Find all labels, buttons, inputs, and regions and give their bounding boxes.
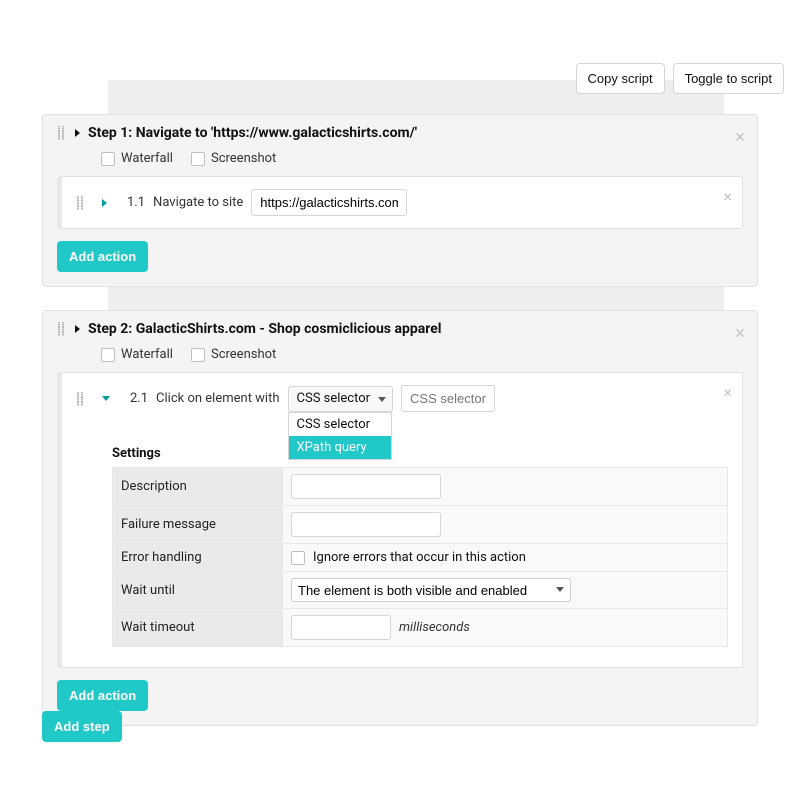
step-header[interactable]: Step 2: GalacticShirts.com - Shop cosmic…: [43, 311, 757, 341]
drag-handle-icon[interactable]: [57, 322, 65, 336]
settings-label-failure: Failure message: [113, 506, 283, 544]
add-action-button[interactable]: Add action: [57, 680, 148, 711]
chevron-right-icon[interactable]: [102, 199, 107, 207]
selector-option-css[interactable]: CSS selector: [289, 413, 391, 436]
settings-label-description: Description: [113, 468, 283, 506]
close-icon[interactable]: ×: [723, 385, 732, 401]
failure-message-input[interactable]: [291, 512, 441, 537]
script-toolbar: Copy script Toggle to script: [576, 63, 784, 94]
action-index: 1.1: [127, 195, 145, 210]
screenshot-checkbox[interactable]: [191, 348, 205, 362]
close-icon[interactable]: ×: [735, 325, 745, 343]
chevron-down-icon[interactable]: [102, 396, 110, 401]
action-card: 1.1 Navigate to site ×: [57, 176, 743, 229]
action-row: 1.1 Navigate to site: [76, 189, 728, 216]
drag-handle-icon[interactable]: [57, 126, 65, 140]
table-row: Failure message: [113, 506, 728, 544]
ignore-errors-label: Ignore errors that occur in this action: [313, 550, 526, 565]
copy-script-button[interactable]: Copy script: [576, 63, 665, 94]
drag-handle-icon[interactable]: [76, 392, 84, 406]
table-row: Wait timeout milliseconds: [113, 609, 728, 647]
table-row: Error handling Ignore errors that occur …: [113, 544, 728, 572]
step-options-row: Waterfall Screenshot: [43, 341, 757, 372]
action-index: 2.1: [130, 391, 148, 406]
chevron-right-icon: [75, 325, 80, 333]
step-title: Step 1: Navigate to 'https://www.galacti…: [88, 125, 417, 141]
close-icon[interactable]: ×: [723, 189, 732, 205]
settings-table: Description Failure message Error handli…: [112, 467, 728, 647]
step-options-row: Waterfall Screenshot: [43, 145, 757, 176]
settings-label-wait-until: Wait until: [113, 572, 283, 609]
drag-handle-icon[interactable]: [76, 196, 84, 210]
action-card: 2.1 Click on element with CSS selector C…: [57, 372, 743, 668]
action-label: Click on element with: [156, 391, 279, 406]
selector-type-value: CSS selector: [297, 391, 371, 406]
step-card-2: Step 2: GalacticShirts.com - Shop cosmic…: [42, 310, 758, 726]
action-settings: Settings Description Failure message Err…: [112, 446, 728, 647]
toggle-to-script-button[interactable]: Toggle to script: [673, 63, 784, 94]
selector-type-select[interactable]: CSS selector CSS selector XPath query: [288, 386, 394, 412]
waterfall-checkbox-wrap[interactable]: Waterfall: [101, 347, 173, 362]
ignore-errors-checkbox[interactable]: [291, 551, 305, 565]
add-action-button[interactable]: Add action: [57, 241, 148, 272]
step-title: Step 2: GalacticShirts.com - Shop cosmic…: [88, 321, 441, 337]
screenshot-label: Screenshot: [211, 347, 276, 362]
selector-type-dropdown[interactable]: CSS selector XPath query: [288, 412, 392, 460]
waterfall-label: Waterfall: [121, 151, 173, 166]
screenshot-checkbox-wrap[interactable]: Screenshot: [191, 347, 276, 362]
screenshot-checkbox-wrap[interactable]: Screenshot: [191, 151, 276, 166]
chevron-right-icon: [75, 129, 80, 137]
navigate-url-input[interactable]: [251, 189, 407, 216]
screenshot-checkbox[interactable]: [191, 152, 205, 166]
add-step-button[interactable]: Add step: [42, 711, 122, 742]
wait-until-select-wrap[interactable]: The element is both visible and enabled: [291, 578, 571, 602]
settings-label-wait-timeout: Wait timeout: [113, 609, 283, 647]
waterfall-label: Waterfall: [121, 347, 173, 362]
close-icon[interactable]: ×: [735, 129, 745, 147]
table-row: Description: [113, 468, 728, 506]
description-input[interactable]: [291, 474, 441, 499]
selector-type-button[interactable]: CSS selector: [288, 386, 394, 412]
action-label: Navigate to site: [153, 195, 243, 210]
wait-timeout-unit: milliseconds: [399, 620, 470, 635]
settings-label-error: Error handling: [113, 544, 283, 572]
action-row: 2.1 Click on element with CSS selector C…: [76, 385, 728, 412]
waterfall-checkbox-wrap[interactable]: Waterfall: [101, 151, 173, 166]
waterfall-checkbox[interactable]: [101, 152, 115, 166]
table-row: Wait until The element is both visible a…: [113, 572, 728, 609]
waterfall-checkbox[interactable]: [101, 348, 115, 362]
wait-timeout-input[interactable]: [291, 615, 391, 640]
step-header[interactable]: Step 1: Navigate to 'https://www.galacti…: [43, 115, 757, 145]
selector-value-input[interactable]: [401, 385, 495, 412]
settings-heading: Settings: [112, 446, 728, 461]
step-card-1: Step 1: Navigate to 'https://www.galacti…: [42, 114, 758, 287]
screenshot-label: Screenshot: [211, 151, 276, 166]
selector-option-xpath[interactable]: XPath query: [289, 436, 391, 459]
wait-until-select[interactable]: The element is both visible and enabled: [291, 578, 571, 602]
